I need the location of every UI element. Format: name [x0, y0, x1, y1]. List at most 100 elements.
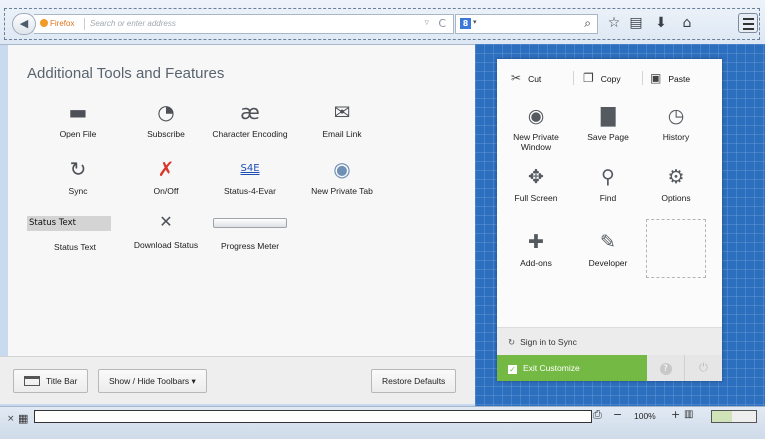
palette-item-sync[interactable]: ↻ Sync	[30, 156, 126, 196]
palette-item-new-private-tab[interactable]: ◉ New Private Tab	[294, 156, 390, 196]
empty-panel-slot[interactable]	[646, 219, 706, 278]
zoom-in-button[interactable]: +	[671, 408, 680, 421]
panel-item-developer[interactable]: ✎ Developer	[579, 229, 637, 268]
panel-item-label: Developer	[588, 258, 628, 268]
palette-item-label: Character Encoding	[212, 129, 288, 139]
sync-label: Sign in to Sync	[520, 337, 577, 347]
print-icon[interactable]: ⎙	[593, 408, 602, 422]
palette-item-email-link[interactable]: ✉ Email Link	[294, 99, 390, 139]
exit-customize-button[interactable]: ✓ Exit Customize	[497, 355, 647, 381]
grid-icon[interactable]: ▦	[18, 412, 28, 425]
palette-item-subscribe[interactable]: ◔ Subscribe	[118, 99, 214, 139]
title-bar-icon	[24, 376, 40, 386]
palette-item-open-file[interactable]: ▬ Open File	[30, 99, 126, 139]
zoom-out-button[interactable]: −	[613, 408, 622, 421]
palette-item-progress-meter[interactable]: Progress Meter	[202, 212, 298, 251]
back-arrow-icon: ◀	[19, 17, 29, 30]
cut-button[interactable]: ✂ Cut	[511, 68, 541, 88]
bookmark-star-icon[interactable]: ☆	[604, 13, 624, 33]
help-button[interactable]: ?	[647, 355, 685, 381]
sync-icon: ↻	[508, 337, 516, 347]
page-icon: ▇	[600, 105, 616, 127]
palette-item-download-status[interactable]: ✕ Download Status	[118, 212, 214, 250]
panel-item-save-page[interactable]: ▇ Save Page	[579, 103, 637, 142]
close-icon: ✕	[159, 212, 173, 231]
envelope-icon: ✉	[333, 100, 351, 124]
palette-item-status-text[interactable]: Status Text Status Text	[27, 216, 123, 252]
history-dropdown-icon[interactable]: ▿	[424, 18, 429, 28]
search-engine-caret-icon[interactable]: ▾	[473, 18, 477, 26]
panel-item-options[interactable]: ⚙ Options	[647, 164, 705, 203]
wrench-icon: ✎	[600, 231, 616, 253]
s4e-icon: S4E	[240, 163, 260, 174]
zoom-toggle[interactable]	[711, 410, 757, 423]
customize-footer: Title Bar Show / Hide Toolbars ▾ Restore…	[0, 356, 478, 404]
palette-item-label: Sync	[68, 186, 88, 196]
status-text-preview: Status Text	[27, 216, 111, 231]
panel-item-label: Options	[661, 193, 691, 203]
rss-icon: ◔	[157, 100, 175, 124]
palette-item-character-encoding[interactable]: æ Character Encoding	[202, 99, 298, 139]
folder-icon: ▬	[68, 100, 88, 124]
menu-line-icon	[742, 18, 754, 20]
url-separator	[84, 18, 85, 30]
edit-separator	[573, 71, 574, 85]
panel-item-full-screen[interactable]: ✥ Full Screen	[507, 164, 565, 203]
url-placeholder[interactable]: Search or enter address	[90, 19, 176, 28]
help-icon: ?	[659, 363, 672, 375]
navigation-toolbar: Firefox Search or enter address ▿ C ◀ 8 …	[0, 0, 765, 45]
fullscreen-icon: ✥	[528, 166, 544, 188]
private-mask-icon: ◉	[333, 157, 351, 181]
search-bar[interactable]: 8 ▾ ⌕	[455, 14, 598, 34]
panel-item-add-ons[interactable]: ✚ Add-ons	[507, 229, 565, 268]
scissors-icon: ✂	[511, 71, 522, 85]
power-icon: ⏻	[699, 361, 708, 374]
palette-item-on-off[interactable]: ✗ On/Off	[118, 156, 214, 196]
close-icon[interactable]: ×	[7, 414, 15, 424]
panel-item-history[interactable]: ◷ History	[647, 103, 705, 142]
home-icon[interactable]: ⌂	[677, 13, 697, 33]
palette-item-label: Status Text	[54, 242, 96, 252]
palette-item-label: On/Off	[153, 186, 179, 196]
progress-meter-preview	[213, 218, 287, 228]
paste-button[interactable]: ▣ Paste	[650, 68, 690, 88]
zoom-level[interactable]: 100%	[634, 411, 656, 421]
copy-button[interactable]: ❐ Copy	[583, 68, 621, 88]
private-mask-icon: ◉	[527, 105, 545, 127]
palette-item-label: Progress Meter	[220, 241, 280, 251]
bookmarks-menu-icon[interactable]: ▤	[626, 13, 646, 33]
palette-item-label: New Private Tab	[311, 186, 373, 196]
clipboard-icon: ▣	[650, 71, 662, 85]
panel-item-label: New Private Window	[513, 132, 559, 152]
restore-defaults-button[interactable]: Restore Defaults	[371, 369, 457, 393]
status-field	[34, 410, 592, 423]
gear-icon: ⚙	[667, 166, 685, 188]
flash-off-icon: ✗	[157, 157, 175, 181]
edit-separator	[642, 71, 643, 85]
identity-box[interactable]: Firefox	[40, 19, 74, 28]
panel-item-new-private-window[interactable]: ◉ New Private Window	[507, 103, 565, 152]
palette-item-label: Status-4-Evar	[224, 186, 276, 196]
palette-item-status-4-evar[interactable]: S4E Status-4-Evar	[202, 156, 298, 196]
palette-item-label: Open File	[59, 129, 97, 139]
sync-icon: ↻	[69, 157, 87, 181]
puzzle-icon: ✚	[528, 231, 544, 253]
quit-button[interactable]: ⏻	[685, 355, 722, 381]
title-bar-label: Title Bar	[46, 376, 78, 386]
show-hide-toolbars-button[interactable]: Show / Hide Toolbars ▾	[98, 369, 207, 393]
search-engine-icon[interactable]: 8	[460, 18, 471, 29]
addon-bar-icon[interactable]: ▥	[684, 409, 693, 420]
sync-button[interactable]: ↻ Sign in to Sync	[497, 327, 722, 355]
panel-item-find[interactable]: ⚲ Find	[579, 164, 637, 203]
menu-line-icon	[742, 23, 754, 25]
url-bar[interactable]: Firefox Search or enter address ▿ C	[34, 14, 454, 34]
back-button[interactable]: ◀	[12, 13, 36, 35]
title-bar-button[interactable]: Title Bar	[13, 369, 89, 393]
search-icon[interactable]: ⌕	[584, 16, 591, 31]
menu-button[interactable]	[738, 13, 758, 33]
downloads-icon[interactable]: ⬇	[651, 13, 671, 33]
palette-title: Additional Tools and Features	[27, 65, 225, 82]
menu-line-icon	[742, 28, 754, 30]
reload-icon[interactable]: C	[438, 17, 446, 30]
identity-label: Firefox	[50, 19, 75, 28]
